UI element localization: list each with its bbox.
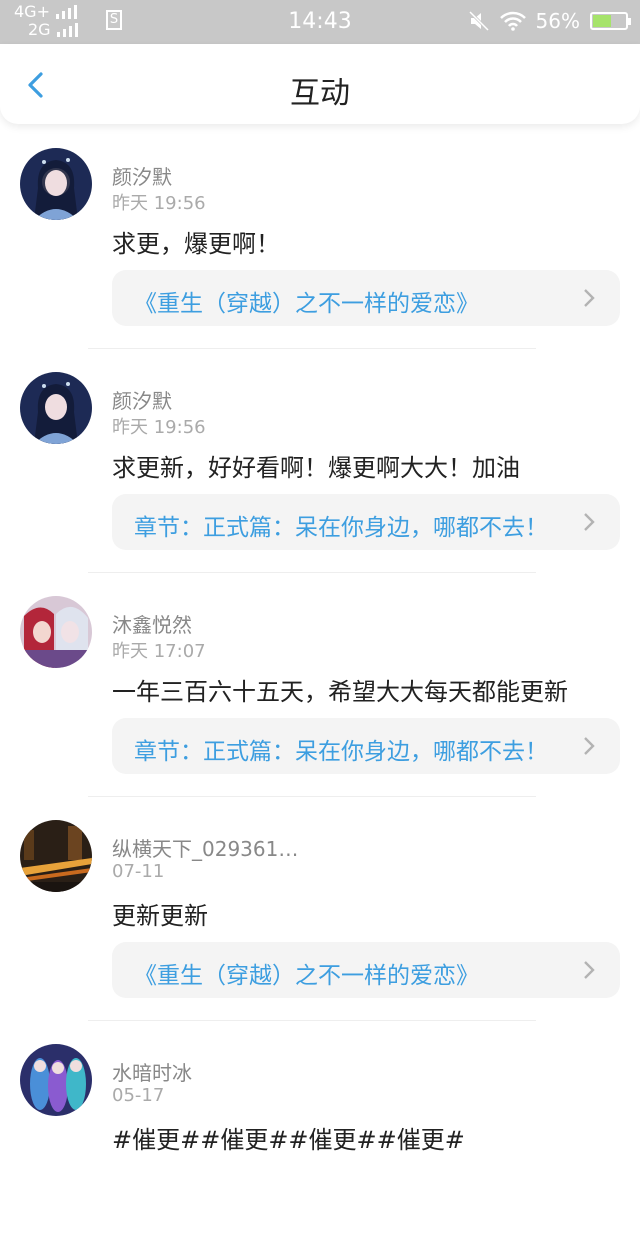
comment-item: 颜汐默 昨天 19:56 求更，爆更啊！ 《重生（穿越）之不一样的爱恋》 <box>0 124 640 349</box>
chapter-link-label: 章节：正式篇：呆在你身边，哪都不去！ <box>134 739 548 765</box>
comment-item: 沐鑫悦然 昨天 17:07 一年三百六十五天，希望大大每天都能更新 章节：正式篇… <box>0 572 640 797</box>
chevron-right-icon <box>584 737 595 755</box>
comment-time: 07-11 <box>112 861 165 882</box>
battery-percent: 56% <box>535 9 580 33</box>
comment-text: 求更，爆更啊！ <box>112 230 280 258</box>
comment-text: 更新更新 <box>112 902 208 930</box>
status-bar: 4G+ 2G S 14:43 56% <box>0 0 640 44</box>
book-link-card[interactable]: 《重生（穿越）之不一样的爱恋》 <box>112 270 620 326</box>
comment-username[interactable]: 颜汐默 <box>112 161 172 190</box>
chevron-right-icon <box>584 961 595 979</box>
book-link-card[interactable]: 《重生（穿越）之不一样的爱恋》 <box>112 942 620 998</box>
comment-item: 纵横天下_029361… 07-11 更新更新 《重生（穿越）之不一样的爱恋》 <box>0 796 640 1021</box>
user-avatar[interactable] <box>20 820 92 892</box>
nav-header: 互动 <box>0 44 640 124</box>
wifi-icon <box>499 11 526 31</box>
chevron-right-icon <box>584 513 595 531</box>
book-link-label: 《重生（穿越）之不一样的爱恋》 <box>134 963 479 989</box>
comment-username[interactable]: 沐鑫悦然 <box>112 609 192 638</box>
user-avatar[interactable] <box>20 596 92 668</box>
comment-time: 昨天 19:56 <box>112 417 206 438</box>
comment-item: 水暗时冰 05-17 #催更##催更##催更##催更# <box>0 1020 640 1244</box>
comment-username[interactable]: 纵横天下_029361… <box>112 833 298 862</box>
user-avatar[interactable] <box>20 1044 92 1116</box>
comment-feed[interactable]: 颜汐默 昨天 19:56 求更，爆更啊！ 《重生（穿越）之不一样的爱恋》 颜汐默… <box>0 124 640 1244</box>
comment-time: 05-17 <box>112 1085 165 1106</box>
mute-icon <box>468 10 489 32</box>
comment-text: 求更新，好好看啊！爆更啊大大！加油 <box>112 454 520 482</box>
user-avatar[interactable] <box>20 372 92 444</box>
comment-item: 颜汐默 昨天 19:56 求更新，好好看啊！爆更啊大大！加油 章节：正式篇：呆在… <box>0 348 640 573</box>
book-link-label: 《重生（穿越）之不一样的爱恋》 <box>134 291 479 317</box>
comment-text: 一年三百六十五天，希望大大每天都能更新 <box>112 678 568 706</box>
chapter-link-card[interactable]: 章节：正式篇：呆在你身边，哪都不去！ <box>112 494 620 550</box>
comment-username[interactable]: 颜汐默 <box>112 385 172 414</box>
comment-time: 昨天 19:56 <box>112 193 206 214</box>
page-title: 互动 <box>290 76 350 111</box>
comment-username[interactable]: 水暗时冰 <box>112 1057 192 1086</box>
chapter-link-card[interactable]: 章节：正式篇：呆在你身边，哪都不去！ <box>112 718 620 774</box>
comment-time: 昨天 17:07 <box>112 641 206 662</box>
chapter-link-label: 章节：正式篇：呆在你身边，哪都不去！ <box>134 515 548 541</box>
chevron-right-icon <box>584 289 595 307</box>
battery-icon <box>590 12 631 30</box>
user-avatar[interactable] <box>20 148 92 220</box>
